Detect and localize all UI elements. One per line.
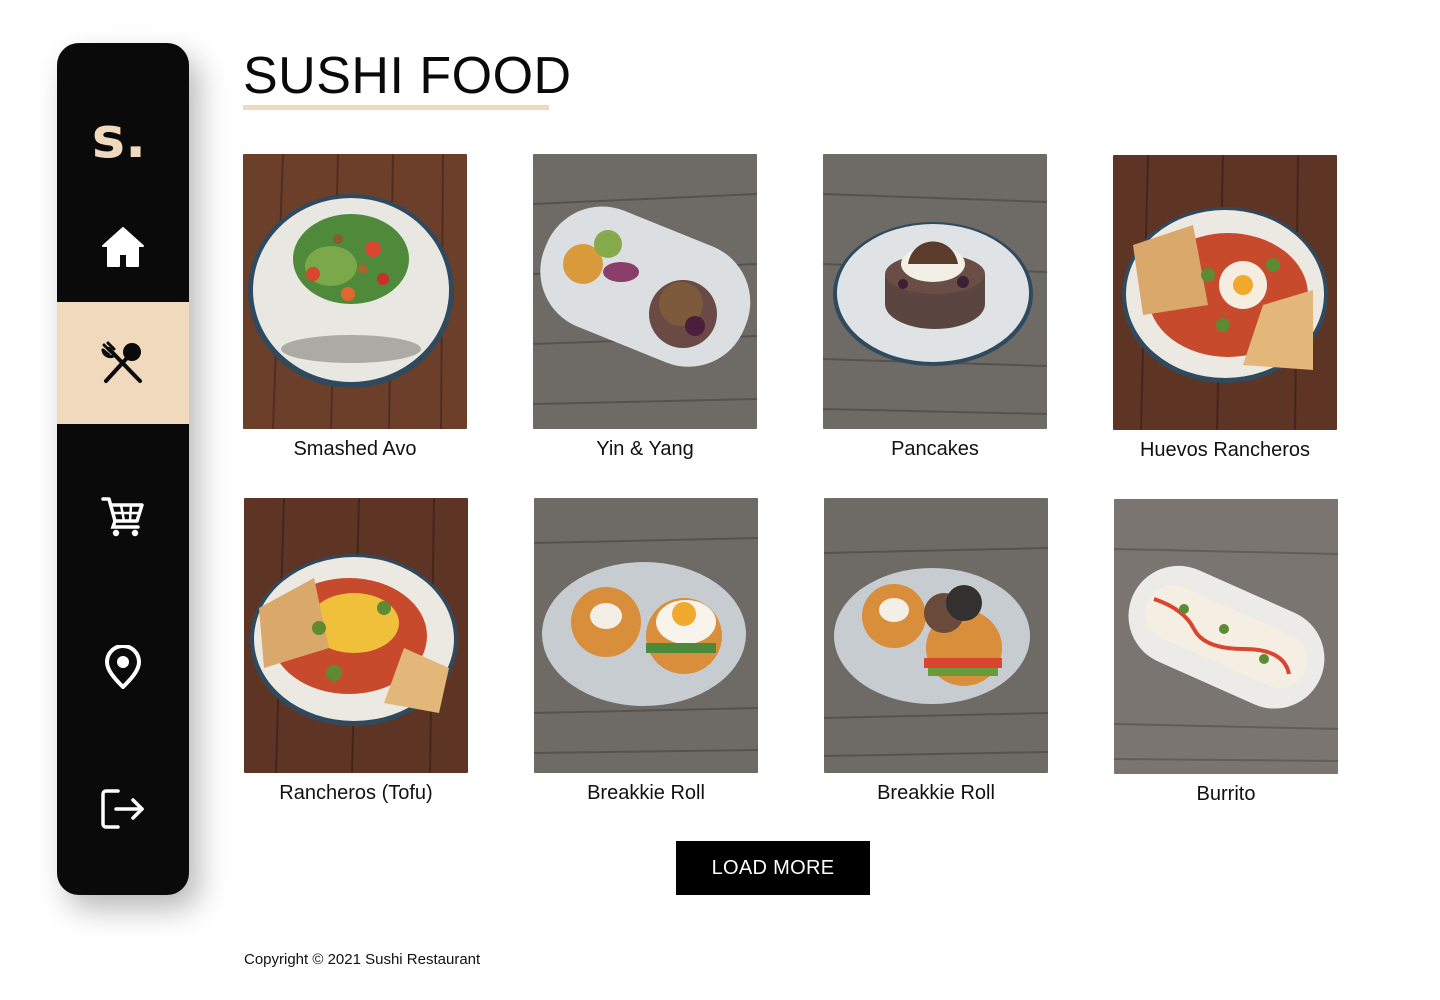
page-title: SUSHI FOOD	[243, 47, 572, 105]
food-photo-burrito[interactable]	[1114, 499, 1338, 774]
food-name[interactable]: Rancheros (Tofu)	[214, 781, 498, 805]
nav-location[interactable]	[57, 607, 189, 727]
load-more-button[interactable]: LOAD MORE	[676, 841, 870, 895]
nav-logout[interactable]	[57, 749, 189, 869]
fork-spoon-icon	[101, 341, 142, 383]
food-card[interactable]: Yin & Yang	[533, 154, 757, 460]
food-photo-breakkie-roll[interactable]	[534, 498, 758, 773]
food-photo-yin-yang[interactable]	[533, 154, 757, 429]
food-photo-breakkie-roll-mushroom[interactable]	[824, 498, 1048, 773]
food-name[interactable]: Burrito	[1084, 782, 1368, 806]
title-underline	[243, 105, 549, 110]
food-name[interactable]: Breakkie Roll	[504, 781, 788, 805]
copyright-text: Copyright © 2021 Sushi Restaurant	[244, 951, 481, 968]
cart-icon	[101, 497, 144, 537]
food-name[interactable]: Smashed Avo	[213, 437, 497, 461]
food-name[interactable]: Yin & Yang	[503, 437, 787, 461]
food-photo-rancheros-tofu[interactable]	[244, 498, 468, 773]
nav-home[interactable]	[57, 187, 189, 307]
food-card[interactable]: Breakkie Roll	[534, 498, 758, 804]
food-card[interactable]: Smashed Avo	[243, 154, 467, 460]
food-card[interactable]: Rancheros (Tofu)	[244, 498, 468, 804]
food-name[interactable]: Breakkie Roll	[794, 781, 1078, 805]
nav-cart[interactable]	[57, 456, 189, 576]
food-name[interactable]: Huevos Rancheros	[1083, 438, 1367, 462]
food-name[interactable]: Pancakes	[793, 437, 1077, 461]
nav-menu[interactable]	[57, 302, 189, 424]
food-photo-huevos-rancheros[interactable]	[1113, 155, 1337, 430]
brand-logo[interactable]: s.	[57, 111, 185, 167]
food-photo-pancakes[interactable]	[823, 154, 1047, 429]
food-card[interactable]: Burrito	[1114, 499, 1338, 805]
sidebar: s.	[57, 43, 189, 895]
food-card[interactable]: Pancakes	[823, 154, 1047, 460]
food-photo-smashed-avo[interactable]	[243, 154, 467, 429]
food-card[interactable]: Breakkie Roll	[824, 498, 1048, 804]
home-icon	[102, 227, 144, 267]
food-card[interactable]: Huevos Rancheros	[1113, 155, 1337, 461]
logout-icon	[101, 789, 144, 829]
location-pin-icon	[105, 645, 141, 689]
